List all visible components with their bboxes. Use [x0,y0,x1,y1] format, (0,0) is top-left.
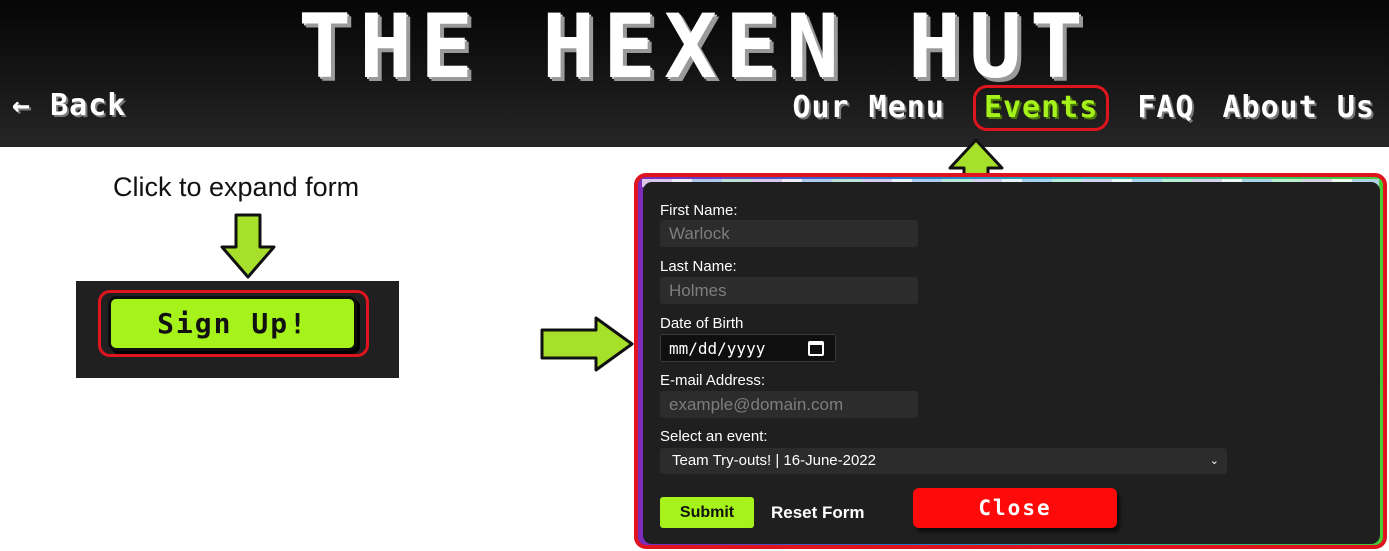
dob-label: Date of Birth [660,315,744,332]
site-title: THE HEXEN HUT [298,0,1091,98]
first-name-input[interactable] [660,220,918,247]
last-name-label: Last Name: [660,258,737,275]
email-label: E-mail Address: [660,372,766,389]
submit-button[interactable]: Submit [660,497,754,528]
event-label: Select an event: [660,428,768,445]
chevron-down-icon: ⌄ [1209,455,1219,467]
site-header: THE HEXEN HUT ← Back Our Menu Events FAQ… [0,0,1389,147]
nav-item-our-menu[interactable]: Our Menu [792,88,945,128]
reset-form-button[interactable]: Reset Form [771,497,865,528]
first-name-label: First Name: [660,202,738,219]
event-selected-value: Team Try-outs! | 16-June-2022 [672,452,876,469]
last-name-input[interactable] [660,277,918,304]
signup-panel: Sign Up! [76,281,399,378]
event-select[interactable]: Team Try-outs! | 16-June-2022 ⌄ [660,448,1227,474]
email-input[interactable] [660,391,918,418]
calendar-icon[interactable] [808,341,824,356]
arrow-down-icon [220,213,276,279]
signup-form-frame: First Name: Last Name: Date of Birth mm/… [634,173,1387,549]
dob-input[interactable]: mm/dd/yyyy [660,334,836,362]
signup-form: First Name: Last Name: Date of Birth mm/… [643,182,1380,544]
dob-value: mm/dd/yyyy [669,338,766,358]
nav-item-faq[interactable]: FAQ [1137,88,1194,128]
main-nav: Our Menu Events FAQ About Us [764,85,1376,131]
instruction-text: Click to expand form [113,172,360,202]
nav-item-about-us[interactable]: About Us [1223,88,1376,128]
close-button[interactable]: Close [913,488,1117,528]
sign-up-button[interactable]: Sign Up! [108,296,357,351]
arrow-right-icon [540,316,634,372]
nav-item-events[interactable]: Events [972,85,1110,131]
back-link[interactable]: ← Back [12,86,126,126]
